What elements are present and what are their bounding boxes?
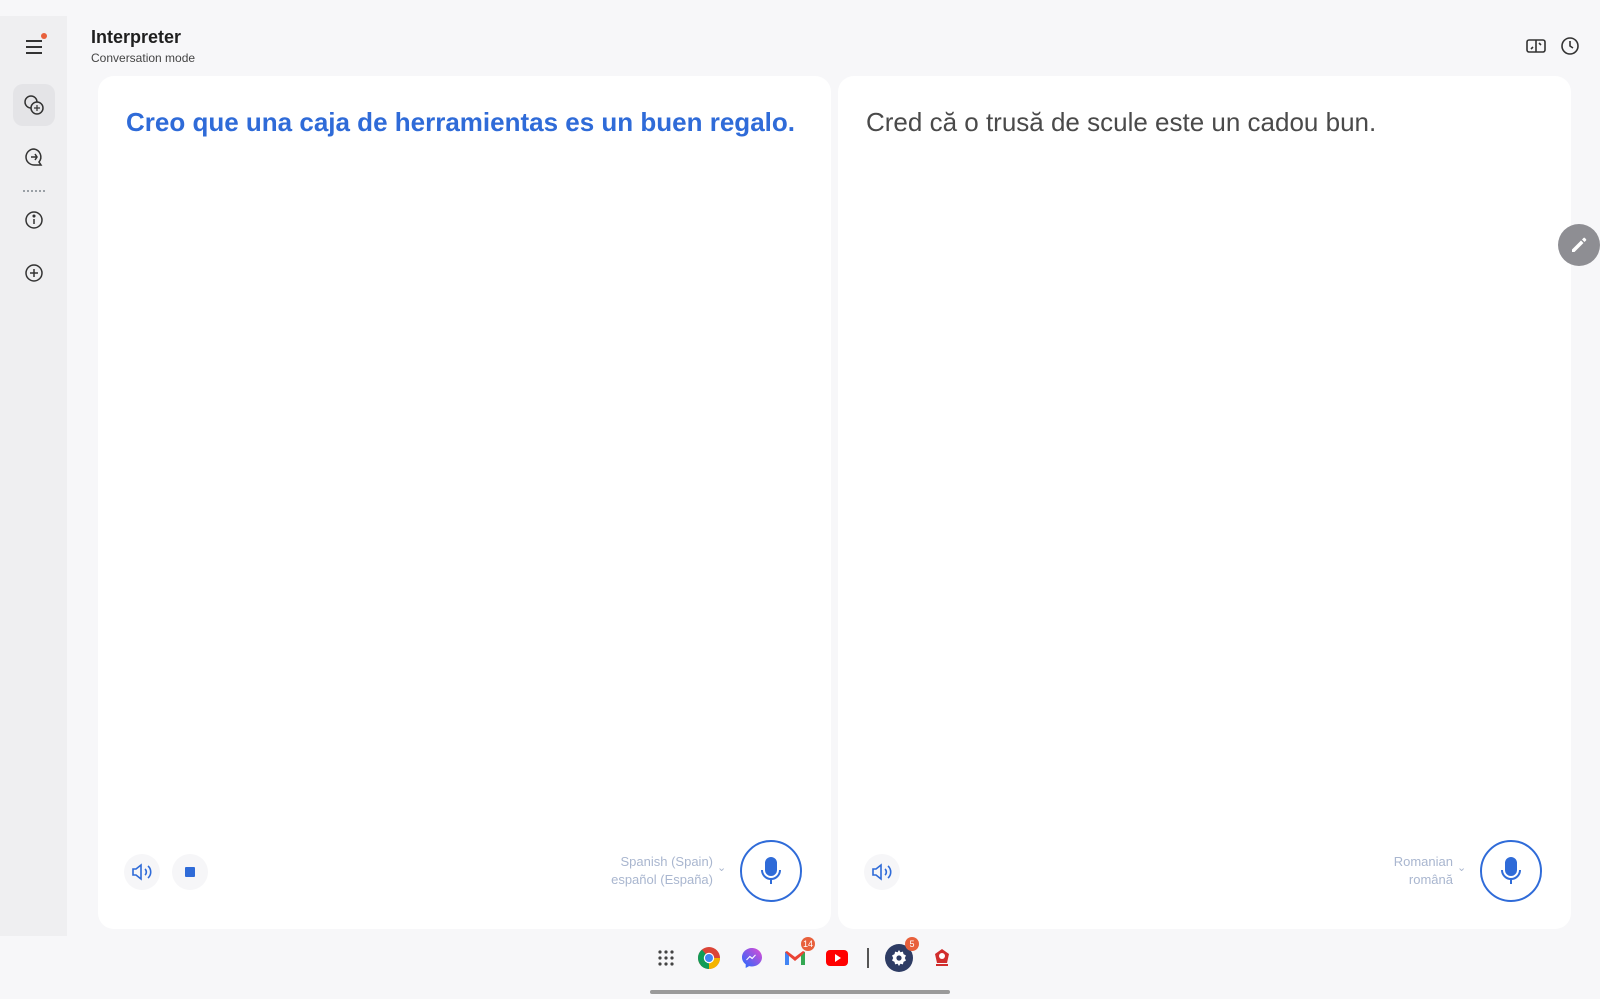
youtube-app[interactable]: [823, 944, 851, 972]
edit-button[interactable]: [1558, 224, 1600, 266]
menu-button[interactable]: [13, 26, 55, 68]
speaker-icon: [132, 863, 152, 881]
target-mic-button[interactable]: [1480, 840, 1542, 902]
page-subtitle: Conversation mode: [91, 51, 196, 65]
gmail-app[interactable]: 14: [781, 937, 815, 972]
menu-icon: [26, 40, 42, 54]
split-screen-icon: [1526, 39, 1546, 53]
sidebar: [0, 16, 67, 936]
sidebar-item-info[interactable]: [13, 199, 55, 241]
camera-app[interactable]: [928, 944, 956, 972]
speaker-icon: [872, 863, 892, 881]
sidebar-divider: [23, 190, 45, 192]
sidebar-item-add[interactable]: [13, 252, 55, 294]
app-drawer-button[interactable]: [652, 944, 680, 972]
chat-icon: [25, 148, 43, 166]
pencil-icon: [1572, 237, 1587, 252]
stop-icon: [185, 867, 195, 877]
sidebar-item-chat[interactable]: [13, 136, 55, 178]
split-view-button[interactable]: [1524, 34, 1548, 58]
add-circle-icon: [25, 264, 43, 282]
apps-grid-icon: [658, 950, 674, 966]
history-button[interactable]: [1558, 34, 1582, 58]
chevron-down-icon: ⌄: [717, 862, 727, 874]
chrome-icon: [698, 947, 720, 969]
dock-divider: [867, 948, 869, 968]
gear-icon: [892, 950, 906, 966]
app-logo-icon: [935, 949, 949, 966]
chevron-down-icon: ⌄: [1457, 862, 1467, 874]
youtube-icon: [826, 950, 848, 966]
messenger-app[interactable]: [738, 944, 766, 972]
speak-target-button[interactable]: [864, 854, 900, 890]
notification-dot: [41, 33, 47, 39]
stop-button[interactable]: [172, 854, 208, 890]
target-language-selector[interactable]: Romanian română: [1394, 853, 1453, 888]
sidebar-item-conversation[interactable]: [13, 84, 55, 126]
messenger-icon: [742, 948, 762, 968]
speak-source-button[interactable]: [124, 854, 160, 890]
source-text: Creo que una caja de herramientas es un …: [126, 107, 795, 137]
gmail-icon: [785, 951, 805, 965]
source-language-selector[interactable]: Spanish (Spain) español (España): [611, 853, 713, 888]
info-icon: [25, 211, 43, 229]
source-mic-button[interactable]: [740, 840, 802, 902]
gmail-badge: 14: [800, 937, 815, 951]
page-title: Interpreter: [91, 27, 182, 47]
microphone-icon: [761, 857, 781, 884]
target-language-native: română: [1408, 871, 1453, 887]
home-indicator[interactable]: [650, 990, 950, 994]
source-language-native: español (España): [611, 871, 713, 887]
settings-app[interactable]: 5: [885, 937, 919, 972]
taskbar: 14 5: [0, 937, 1600, 980]
target-text: Cred că o trusă de scule este un cadou b…: [866, 107, 1377, 137]
conversation-icon: [24, 95, 44, 115]
target-panel: Cred că o trusă de scule este un cadou b…: [838, 76, 1571, 929]
target-language-name: Romanian: [1393, 854, 1453, 869]
microphone-icon: [1501, 857, 1521, 884]
history-icon: [1561, 37, 1579, 55]
settings-badge: 5: [905, 937, 919, 951]
chrome-app[interactable]: [695, 944, 723, 972]
source-panel: Creo que una caja de herramientas es un …: [98, 76, 831, 929]
source-language-name: Spanish (Spain): [620, 854, 714, 869]
